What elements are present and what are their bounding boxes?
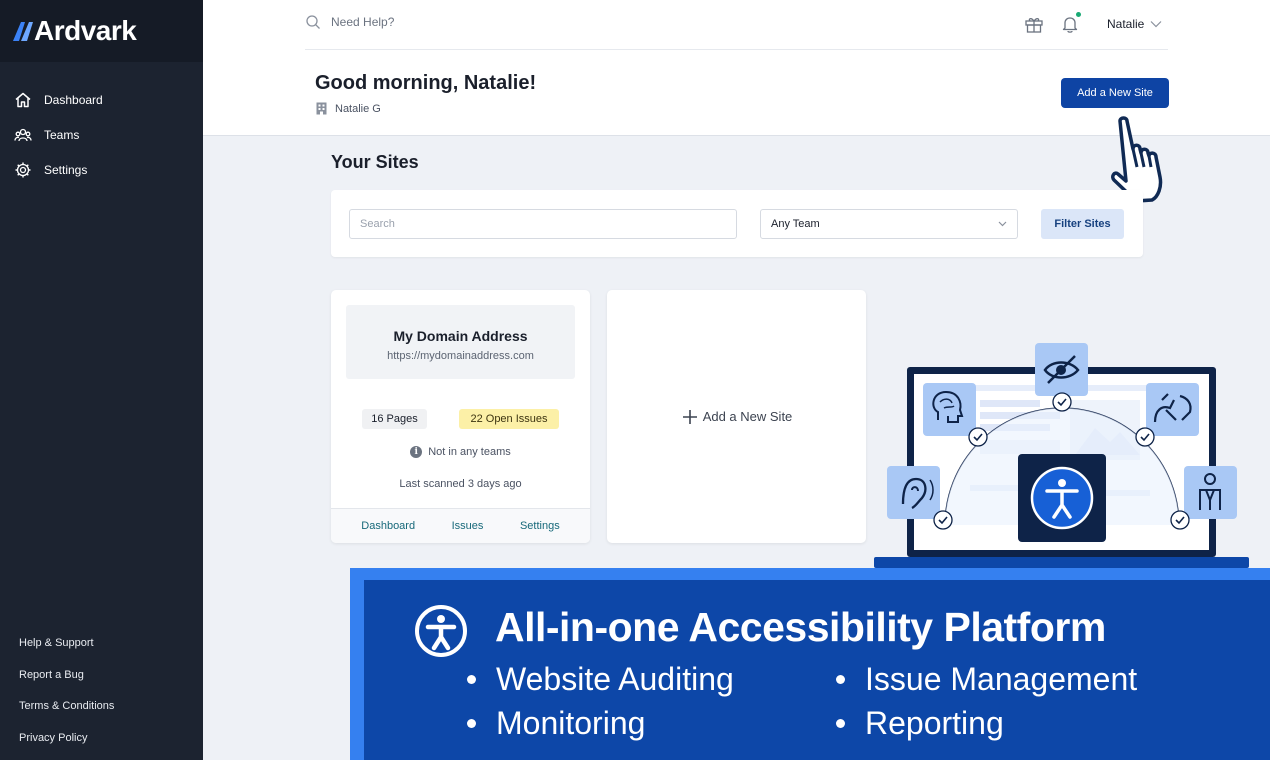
accessibility-laptop-illustration [874, 343, 1249, 568]
promo-feature: Issue Management [836, 661, 1137, 698]
header-divider [305, 49, 1168, 50]
bullet-dot [836, 675, 845, 684]
promo-feature: Website Auditing [467, 661, 734, 698]
user-name: Natalie [1107, 17, 1145, 31]
user-menu[interactable]: Natalie [1107, 17, 1162, 31]
sites-heading: Your Sites [331, 152, 419, 172]
sidebar-item-settings[interactable]: Settings [0, 152, 203, 187]
help-support-link[interactable]: Help & Support [19, 627, 114, 659]
sidebar-item-label: Settings [44, 162, 88, 177]
accessibility-icon [415, 605, 467, 657]
bullet-dot [836, 719, 845, 728]
users-icon [14, 126, 32, 144]
site-filter-bar: Any Team Filter Sites [331, 190, 1143, 257]
privacy-policy-link[interactable]: Privacy Policy [19, 722, 114, 754]
home-icon [14, 91, 32, 109]
help-search-placeholder: Need Help? [331, 15, 395, 29]
sidebar-item-label: Dashboard [44, 92, 103, 107]
add-site-card[interactable]: Add a New Site [607, 290, 866, 543]
sidebar-footer: Help & Support Report a Bug Terms & Cond… [19, 627, 114, 754]
chevron-down-icon [998, 221, 1007, 227]
site-search-input[interactable] [349, 209, 737, 239]
search-icon [306, 15, 320, 29]
site-teams-status: i Not in any teams [331, 446, 590, 458]
site-dashboard-link[interactable]: Dashboard [361, 520, 415, 532]
sidebar-item-label: Teams [44, 127, 80, 142]
team-select[interactable]: Any Team [760, 209, 1018, 239]
team-select-value: Any Team [771, 218, 820, 230]
sidebar: Ardvark Dashboard Teams Settings Help & … [0, 0, 203, 760]
promo-feature-text: Reporting [865, 705, 1004, 741]
filter-sites-button[interactable]: Filter Sites [1041, 209, 1124, 239]
report-bug-link[interactable]: Report a Bug [19, 659, 114, 691]
add-site-card-label: Add a New Site [702, 409, 793, 424]
help-search[interactable]: Need Help? [305, 14, 394, 30]
site-card-footer: Dashboard Issues Settings [331, 508, 590, 543]
pages-badge: 16 Pages [362, 409, 427, 429]
promo-feature-text: Monitoring [496, 705, 646, 741]
bullet-dot [467, 719, 476, 728]
promo-feature-text: Website Auditing [496, 661, 734, 697]
issues-badge: 22 Open Issues [459, 409, 559, 429]
chevron-down-icon [1150, 21, 1162, 28]
building-icon [316, 102, 327, 115]
site-url[interactable]: https://mydomainaddress.com [346, 350, 575, 362]
info-icon: i [410, 446, 423, 458]
promo-feature-text: Issue Management [865, 661, 1138, 697]
org-name: Natalie G [335, 102, 381, 115]
site-settings-link[interactable]: Settings [520, 520, 560, 532]
sidebar-nav: Dashboard Teams Settings [0, 62, 203, 187]
sidebar-item-teams[interactable]: Teams [0, 117, 203, 152]
app-name: Ardvark [34, 15, 137, 46]
promo-title: All-in-one Accessibility Platform [495, 604, 1106, 650]
last-scanned: Last scanned 3 days ago [399, 478, 522, 490]
logo-bar: Ardvark [0, 0, 203, 62]
notifications-button[interactable] [1059, 12, 1081, 35]
app-logo[interactable]: Ardvark [12, 15, 137, 47]
promo-feature: Monitoring [467, 705, 645, 742]
site-card[interactable]: My Domain Address https://mydomainaddres… [331, 290, 590, 543]
site-card-header: My Domain Address https://mydomainaddres… [346, 305, 575, 379]
bullet-dot [467, 675, 476, 684]
gift-icon[interactable] [1023, 13, 1045, 35]
header-actions: Natalie [1023, 12, 1162, 35]
notification-dot [1076, 12, 1081, 17]
gear-icon [14, 161, 32, 179]
sidebar-item-dashboard[interactable]: Dashboard [0, 82, 203, 117]
org-label: Natalie G [316, 102, 381, 115]
add-site-button[interactable]: Add a New Site [1061, 78, 1169, 108]
site-issues-link[interactable]: Issues [452, 520, 484, 532]
terms-link[interactable]: Terms & Conditions [19, 691, 114, 723]
site-name: My Domain Address [393, 328, 528, 344]
promo-feature: Reporting [836, 705, 1004, 742]
site-teams-text: Not in any teams [428, 446, 511, 458]
plus-icon [682, 409, 697, 424]
page-title: Good morning, Natalie! [315, 72, 537, 94]
